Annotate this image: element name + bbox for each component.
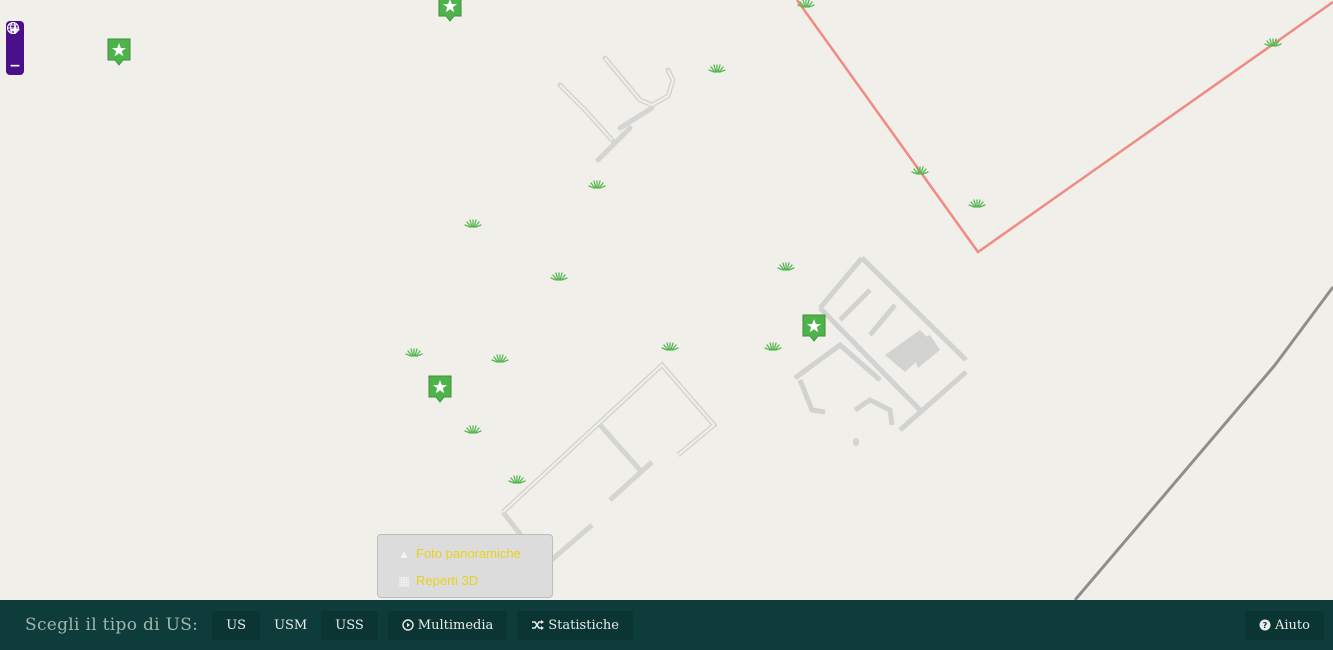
zoom-control: + − xyxy=(6,21,24,75)
ruins-south-inner xyxy=(502,363,716,513)
menu-item-reperti-3d[interactable]: ▦ Reperti 3D xyxy=(378,567,552,594)
tree-marker-icon[interactable] xyxy=(911,166,929,175)
tree-marker-icon[interactable] xyxy=(464,219,482,228)
tree-marker-icon[interactable] xyxy=(464,425,482,434)
multimedia-label: Multimedia xyxy=(417,617,494,633)
us-button[interactable]: US xyxy=(212,610,261,640)
tree-marker-icon[interactable] xyxy=(550,272,568,281)
tree-marker-icon[interactable] xyxy=(661,342,679,351)
route-line xyxy=(795,0,1333,254)
menu-item-label: Foto panoramiche xyxy=(416,546,521,561)
menu-item-label: Reperti 3D xyxy=(416,573,479,588)
tree-marker-icon[interactable] xyxy=(777,262,795,271)
ruins-east xyxy=(793,256,968,432)
bottom-toolbar: Scegli il tipo di US: US USM USS Multime… xyxy=(0,600,1333,650)
svg-text:?: ? xyxy=(1263,621,1268,630)
star-marker-icon[interactable] xyxy=(438,0,462,22)
map-layer xyxy=(107,0,1333,600)
zoom-out-button[interactable]: − xyxy=(6,59,24,73)
play-circle-icon xyxy=(402,619,414,631)
menu-item-foto-panoramiche[interactable]: ▲ Foto panoramiche xyxy=(378,540,552,567)
tree-marker-icon[interactable] xyxy=(968,199,986,208)
tree-marker-icon[interactable] xyxy=(764,342,782,351)
star-marker-icon[interactable] xyxy=(428,375,452,403)
multimedia-dropdown: ▲ Foto panoramiche ▦ Reperti 3D xyxy=(377,534,553,598)
help-button[interactable]: ? Aiuto xyxy=(1245,610,1324,640)
map-canvas[interactable]: + − xyxy=(0,0,1333,600)
tree-markers xyxy=(405,0,1282,484)
grid-icon: ▦ xyxy=(398,573,410,588)
tree-marker-icon[interactable] xyxy=(405,348,423,357)
us-type-selector: US USM USS xyxy=(212,610,378,640)
tree-marker-icon[interactable] xyxy=(491,354,509,363)
tree-marker-icon[interactable] xyxy=(508,475,526,484)
tree-marker-icon[interactable] xyxy=(797,0,815,8)
statistiche-button[interactable]: Statistiche xyxy=(517,610,633,640)
us-type-label: Scegli il tipo di US: xyxy=(25,615,199,635)
star-marker-icon[interactable] xyxy=(107,38,131,66)
road-icon: ▲ xyxy=(398,546,410,561)
uss-button[interactable]: USS xyxy=(321,610,378,640)
statistiche-label: Statistiche xyxy=(548,617,619,633)
star-markers xyxy=(107,0,826,403)
usm-button[interactable]: USM xyxy=(260,610,322,640)
question-circle-icon: ? xyxy=(1259,619,1271,631)
help-label: Aiuto xyxy=(1275,617,1310,633)
multimedia-button[interactable]: Multimedia xyxy=(387,610,508,640)
star-marker-icon[interactable] xyxy=(802,314,826,342)
grey-road xyxy=(1073,286,1333,600)
shuffle-icon xyxy=(532,620,545,630)
tree-marker-icon[interactable] xyxy=(708,64,726,73)
globe-icon[interactable] xyxy=(6,21,20,35)
tree-marker-icon[interactable] xyxy=(588,180,606,189)
